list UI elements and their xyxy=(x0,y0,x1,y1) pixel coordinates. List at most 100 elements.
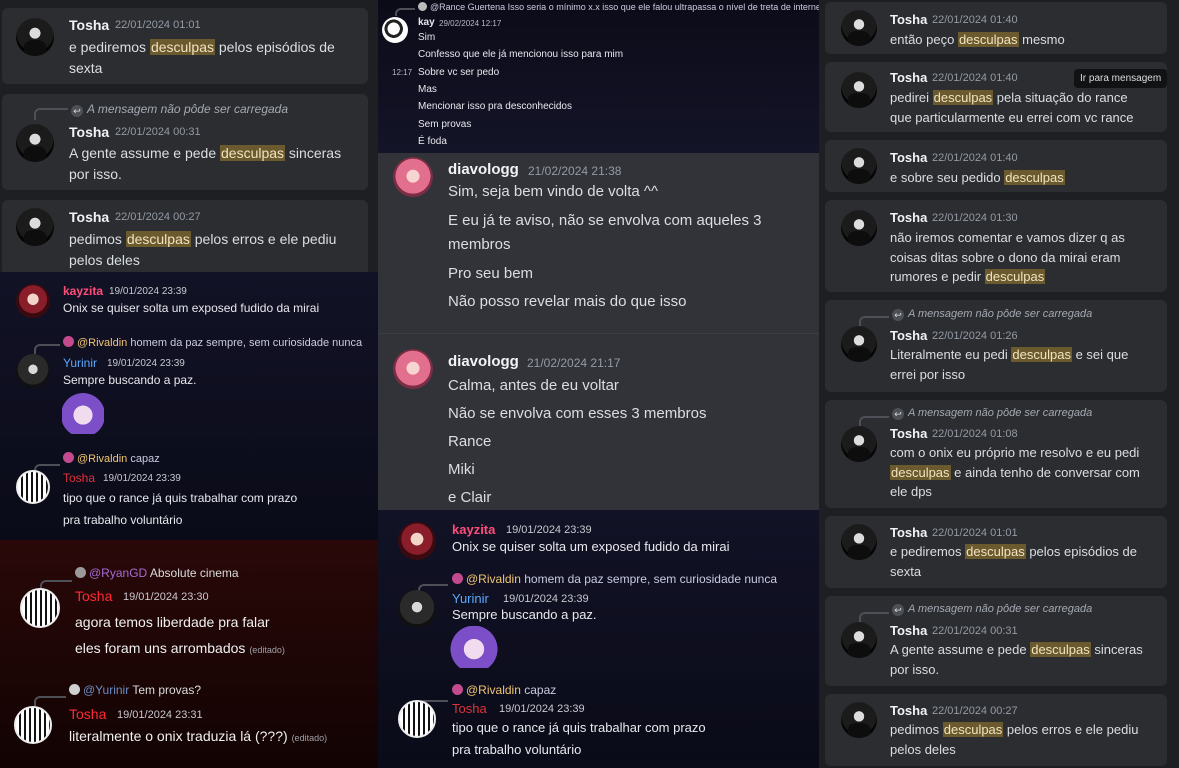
reply-preview[interactable]: ↩ A mensagem não pôde ser carregada xyxy=(71,102,288,117)
reply-preview[interactable]: @RyanGD Absolute cinema xyxy=(75,566,239,580)
username[interactable]: kayzita xyxy=(452,522,495,537)
timestamp: 19/01/2024 23:39 xyxy=(109,286,187,297)
reply-preview[interactable]: @Rivaldin homem da paz sempre, sem curio… xyxy=(63,336,362,349)
search-result-card[interactable]: Tosha 22/01/2024 01:40 então peço descul… xyxy=(825,2,1167,54)
reply-preview[interactable]: @Yurinir Tem provas? xyxy=(69,683,201,697)
jump-to-message-tooltip[interactable]: Ir para mensagem xyxy=(1074,69,1168,88)
username[interactable]: kay xyxy=(418,17,435,28)
sticker-emoji[interactable] xyxy=(62,392,104,434)
avatar[interactable] xyxy=(16,208,54,246)
message-text: A gente assume e pede desculpas sinceras… xyxy=(890,642,1143,677)
search-result-card[interactable]: ↩ A mensagem não pôde ser carregada Tosha… xyxy=(825,596,1167,686)
username[interactable]: Tosha xyxy=(69,209,109,225)
search-result-card[interactable]: ↩ A mensagem não pôde ser carregada Tosha… xyxy=(2,94,368,190)
username[interactable]: Yurinir xyxy=(452,591,489,606)
search-result-card[interactable]: Tosha 22/01/2024 01:30 não iremos coment… xyxy=(825,200,1167,292)
reply-avatar-icon xyxy=(75,567,86,578)
avatar[interactable] xyxy=(393,157,433,197)
username[interactable]: Tosha xyxy=(890,70,927,85)
screenshot-diavologg-2: diavologg 21/02/2024 21:17 Calma, antes … xyxy=(378,334,819,510)
username[interactable]: Tosha xyxy=(890,426,927,441)
reply-arrow-icon: ↩ xyxy=(892,604,904,616)
avatar[interactable] xyxy=(16,124,54,162)
message-text: e pediremos desculpas pelos episódios de… xyxy=(69,39,335,76)
message-text: Literalmente eu pedi desculpas e sei que… xyxy=(890,347,1129,382)
message-text: e Clair xyxy=(448,489,492,506)
username[interactable]: Tosha xyxy=(69,124,109,140)
avatar[interactable] xyxy=(382,17,408,43)
username[interactable]: Tosha xyxy=(890,703,927,718)
reply-connector xyxy=(395,8,415,16)
reply-preview[interactable]: ↩ A mensagem não pôde ser carregada xyxy=(892,407,1092,420)
avatar[interactable] xyxy=(841,148,877,184)
search-result-card[interactable]: Tosha 22/01/2024 00:27 pedimos desculpas… xyxy=(2,200,368,276)
message-text: tipo que o rance já quis trabalhar com p… xyxy=(452,720,706,757)
timestamp: 22/01/2024 00:27 xyxy=(115,211,201,223)
message-text: agora temos liberdade pra falar eles fora… xyxy=(75,614,285,656)
avatar[interactable] xyxy=(16,284,50,318)
message-text: Pro seu bem xyxy=(448,265,534,282)
timestamp: 21/02/2024 21:38 xyxy=(528,164,622,178)
avatar[interactable] xyxy=(20,588,60,628)
username[interactable]: Tosha xyxy=(69,17,109,33)
reply-avatar-icon xyxy=(63,452,74,463)
username[interactable]: Tosha xyxy=(75,588,112,604)
username[interactable]: Tosha xyxy=(890,525,927,540)
search-result-card[interactable]: ↩ A mensagem não pôde ser carregada Tosha… xyxy=(825,400,1167,508)
username[interactable]: kayzita xyxy=(63,284,103,298)
reply-avatar-icon xyxy=(452,573,463,584)
reply-preview[interactable]: @Rivaldin homem da paz sempre, sem curio… xyxy=(452,572,777,586)
search-highlight: desculpas xyxy=(942,722,1004,737)
avatar[interactable] xyxy=(841,10,877,46)
message-text: Mas xyxy=(418,84,437,95)
username[interactable]: Tosha xyxy=(69,706,106,722)
username[interactable]: diavologg xyxy=(448,161,519,178)
avatar[interactable] xyxy=(398,700,436,738)
search-result-card[interactable]: Tosha 22/01/2024 01:40 e sobre seu pedid… xyxy=(825,140,1167,192)
username[interactable]: Tosha xyxy=(63,471,95,485)
avatar[interactable] xyxy=(398,590,436,628)
reply-preview[interactable]: @Rivaldin capaz xyxy=(63,452,160,465)
avatar[interactable] xyxy=(841,622,877,658)
reply-preview[interactable]: ↩ A mensagem não pôde ser carregada xyxy=(892,308,1092,321)
username[interactable]: Tosha xyxy=(452,701,487,716)
username[interactable]: Tosha xyxy=(890,12,927,27)
timestamp: 22/01/2024 01:40 xyxy=(932,14,1018,26)
search-highlight: desculpas xyxy=(220,145,286,161)
username[interactable]: Tosha xyxy=(890,210,927,225)
message-text: Rance xyxy=(448,433,492,450)
avatar[interactable] xyxy=(841,72,877,108)
username[interactable]: Tosha xyxy=(890,150,927,165)
message-text: e pediremos desculpas pelos episódios de… xyxy=(890,544,1138,579)
avatar[interactable] xyxy=(841,210,877,246)
search-result-card[interactable]: Tosha 22/01/2024 00:27 pedimos desculpas… xyxy=(825,694,1167,766)
avatar[interactable] xyxy=(841,524,877,560)
reply-avatar-icon xyxy=(418,2,427,11)
avatar[interactable] xyxy=(14,706,52,744)
username[interactable]: Yurinir xyxy=(63,356,97,370)
avatar[interactable] xyxy=(393,349,433,389)
search-result-card[interactable]: Tosha 22/01/2024 01:40 Ir para mensagem … xyxy=(825,62,1168,132)
reply-preview[interactable]: @Rance Guertena Isso seria o mínimo x.x … xyxy=(418,2,819,12)
avatar[interactable] xyxy=(16,18,54,56)
reply-preview[interactable]: ↩ A mensagem não pôde ser carregada xyxy=(892,603,1092,616)
avatar[interactable] xyxy=(16,470,50,504)
avatar[interactable] xyxy=(16,354,50,388)
reply-arrow-icon: ↩ xyxy=(892,309,904,321)
message-text: Sobre vc ser pedo xyxy=(418,67,500,78)
username[interactable]: diavologg xyxy=(448,353,519,370)
search-result-card[interactable]: Tosha 22/01/2024 01:01 e pediremos descu… xyxy=(825,516,1167,588)
avatar[interactable] xyxy=(841,326,877,362)
message-text: Sempre buscando a paz. xyxy=(452,607,597,622)
avatar[interactable] xyxy=(841,702,877,738)
username[interactable]: Tosha xyxy=(890,328,927,343)
search-result-card[interactable]: ↩ A mensagem não pôde ser carregada Tosha… xyxy=(825,300,1167,392)
username[interactable]: Tosha xyxy=(890,623,927,638)
search-result-card[interactable]: Tosha 22/01/2024 01:01 e pediremos descu… xyxy=(2,8,368,84)
avatar[interactable] xyxy=(398,522,436,560)
avatar[interactable] xyxy=(841,426,877,462)
reply-preview[interactable]: @Rivaldin capaz xyxy=(452,683,556,697)
timestamp: 19/01/2024 23:39 xyxy=(107,358,185,369)
sticker-emoji[interactable] xyxy=(450,626,498,668)
middle-column: @Rance Guertena Isso seria o mínimo x.x … xyxy=(378,0,819,768)
